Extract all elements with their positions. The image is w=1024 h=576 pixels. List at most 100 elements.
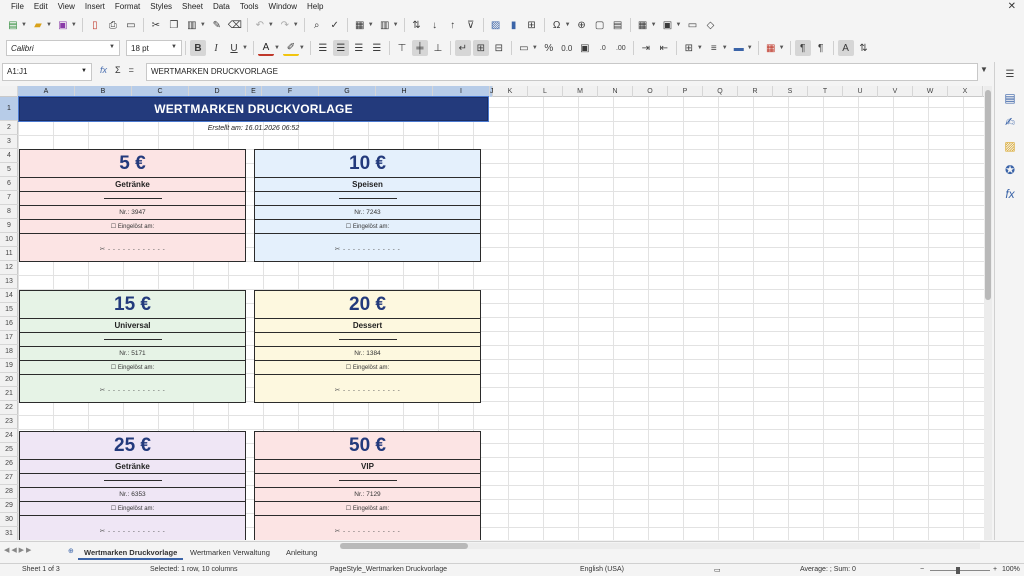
percent-format-icon[interactable]: % (541, 40, 557, 56)
voucher-row-amount[interactable]: 15 € (20, 291, 245, 319)
voucher-row-category[interactable]: Getränke (20, 460, 245, 474)
column-icon[interactable]: ▥ (377, 17, 393, 33)
chevron-down-icon[interactable]: ▼ (46, 22, 52, 28)
voucher-row-category[interactable]: Speisen (255, 178, 480, 192)
chevron-down-icon[interactable]: ▼ (268, 22, 274, 28)
menu-tools[interactable]: Tools (235, 0, 264, 14)
voucher-row-category[interactable]: Universal (20, 319, 245, 333)
zoom-out-icon[interactable]: − (920, 566, 924, 573)
column-header-i[interactable]: I (433, 86, 490, 97)
sum-icon[interactable]: Σ (115, 65, 121, 75)
chevron-down-icon[interactable]: ▼ (200, 22, 206, 28)
chevron-down-icon[interactable]: ▼ (299, 45, 305, 51)
voucher-row-amount[interactable]: 10 € (255, 150, 480, 178)
row-header-2[interactable]: 2 (0, 121, 18, 135)
tab-anleitung[interactable]: Anleitung (280, 546, 323, 560)
menu-edit[interactable]: Edit (29, 0, 53, 14)
column-header-o[interactable]: O (633, 86, 668, 97)
bold-icon[interactable]: B (190, 40, 206, 56)
chevron-down-icon[interactable]: ▼ (71, 22, 77, 28)
row-header-13[interactable]: 13 (0, 275, 18, 289)
number-format-icon[interactable]: 0.0 (559, 40, 575, 56)
chevron-down-icon[interactable]: ▼ (368, 22, 374, 28)
chevron-down-icon[interactable]: ▼ (565, 22, 571, 28)
increase-indent-icon[interactable]: ⇥ (638, 40, 654, 56)
zoom-slider-knob[interactable] (956, 567, 960, 574)
date-format-icon[interactable]: ▣ (577, 40, 593, 56)
column-header-d[interactable]: D (189, 86, 246, 97)
navigator-icon[interactable]: ✪ (995, 158, 1024, 182)
tab-wertmarken-verwaltung[interactable]: Wertmarken Verwaltung (184, 546, 276, 560)
hyperlink-icon[interactable]: ⊕ (574, 17, 590, 33)
column-header-g[interactable]: G (319, 86, 376, 97)
text-rtl-icon[interactable]: ¶ (813, 40, 829, 56)
tab-navigation-icon[interactable]: ◀ ◀ ▶ ▶ (4, 546, 31, 554)
special-character-icon[interactable]: Ω (549, 17, 565, 33)
redo-icon[interactable]: ↷ (277, 17, 293, 33)
align-bottom-icon[interactable]: ⊥ (430, 40, 446, 56)
open-icon[interactable]: ▰ (30, 17, 46, 33)
export-pdf-icon[interactable]: ▯ (87, 17, 103, 33)
highlight-color-icon[interactable]: ✐ (282, 40, 299, 56)
text-direction-vertical-icon[interactable]: ⇅ (856, 40, 872, 56)
border-style-icon[interactable]: ≡ (706, 40, 722, 56)
gallery-icon[interactable]: ▨ (995, 134, 1024, 158)
close-document-icon[interactable]: ✕ (1008, 0, 1016, 14)
clear-formatting-icon[interactable]: ⌫ (227, 17, 243, 33)
italic-icon[interactable]: I (208, 40, 224, 56)
voucher-row-line[interactable] (20, 474, 245, 488)
chevron-down-icon[interactable]: ▼ (242, 45, 248, 51)
decrease-indent-icon[interactable]: ⇤ (656, 40, 672, 56)
insert-chart-icon[interactable]: ▮ (506, 17, 522, 33)
voucher-row-redeemed[interactable]: ☐ Eingelöst am: (20, 361, 245, 375)
menu-help[interactable]: Help (302, 0, 328, 14)
chevron-down-icon[interactable]: ▼ (779, 45, 785, 51)
function-wizard-icon[interactable]: fx (100, 65, 107, 75)
row-header-16[interactable]: 16 (0, 317, 18, 331)
tab-wertmarken-druckvorlage[interactable]: Wertmarken Druckvorlage (78, 546, 184, 560)
voucher-row-category[interactable]: VIP (255, 460, 480, 474)
voucher-row-redeemed[interactable]: ☐ Eingelöst am: (255, 361, 480, 375)
voucher-row-redeemed[interactable]: ☐ Eingelöst am: (255, 502, 480, 516)
voucher-card[interactable]: 15 € Universal Nr.: 5171 ☐ Eingelöst am: ✂ -… (19, 290, 246, 403)
text-ltr-icon[interactable]: ¶ (794, 40, 811, 56)
text-direction-horizontal-icon[interactable]: A (837, 40, 854, 56)
voucher-row-cut[interactable]: ✂ - - - - - - - - - - - - (255, 516, 480, 540)
column-header-w[interactable]: W (913, 86, 948, 97)
chevron-down-icon[interactable]: ▼ (393, 22, 399, 28)
align-top-icon[interactable]: ⊤ (394, 40, 410, 56)
voucher-row-cut[interactable]: ✂ - - - - - - - - - - - - (20, 516, 245, 540)
row-header-30[interactable]: 30 (0, 513, 18, 527)
row-header-5[interactable]: 5 (0, 163, 18, 177)
add-sheet-icon[interactable]: ⊕ (68, 547, 74, 555)
voucher-row-redeemed[interactable]: ☐ Eingelöst am: (20, 220, 245, 234)
define-print-area-icon[interactable]: ▦ (635, 17, 651, 33)
row-header-18[interactable]: 18 (0, 345, 18, 359)
voucher-row-nr[interactable]: Nr.: 5171 (20, 347, 245, 361)
chevron-down-icon[interactable]: ▼ (651, 22, 657, 28)
voucher-row-amount[interactable]: 50 € (255, 432, 480, 460)
row-header-23[interactable]: 23 (0, 415, 18, 429)
split-window-icon[interactable]: ▭ (684, 17, 700, 33)
row-header-15[interactable]: 15 (0, 303, 18, 317)
voucher-row-line[interactable] (20, 333, 245, 347)
menu-insert[interactable]: Insert (80, 0, 110, 14)
chevron-down-icon[interactable]: ▼ (171, 44, 177, 50)
row-header-12[interactable]: 12 (0, 261, 18, 275)
row-header-14[interactable]: 14 (0, 289, 18, 303)
row-header-21[interactable]: 21 (0, 387, 18, 401)
row-header-1[interactable]: 1 (0, 97, 18, 121)
voucher-row-cut[interactable]: ✂ - - - - - - - - - - - - (20, 234, 245, 263)
chevron-down-icon[interactable]: ▼ (676, 22, 682, 28)
wrap-text-icon[interactable]: ↵ (454, 40, 471, 56)
row-header-11[interactable]: 11 (0, 247, 18, 261)
row-header-28[interactable]: 28 (0, 485, 18, 499)
styles-icon[interactable]: ✍ (995, 110, 1024, 134)
delete-decimal-icon[interactable]: .00 (613, 40, 629, 56)
voucher-card[interactable]: 5 € Getränke Nr.: 3947 ☐ Eingelöst am: ✂ - -… (19, 149, 246, 262)
voucher-row-category[interactable]: Getränke (20, 178, 245, 192)
font-name-box[interactable]: Calibri ▼ (6, 40, 120, 56)
column-header-v[interactable]: V (878, 86, 913, 97)
cut-icon[interactable]: ✂ (148, 17, 164, 33)
column-header-x[interactable]: X (948, 86, 983, 97)
